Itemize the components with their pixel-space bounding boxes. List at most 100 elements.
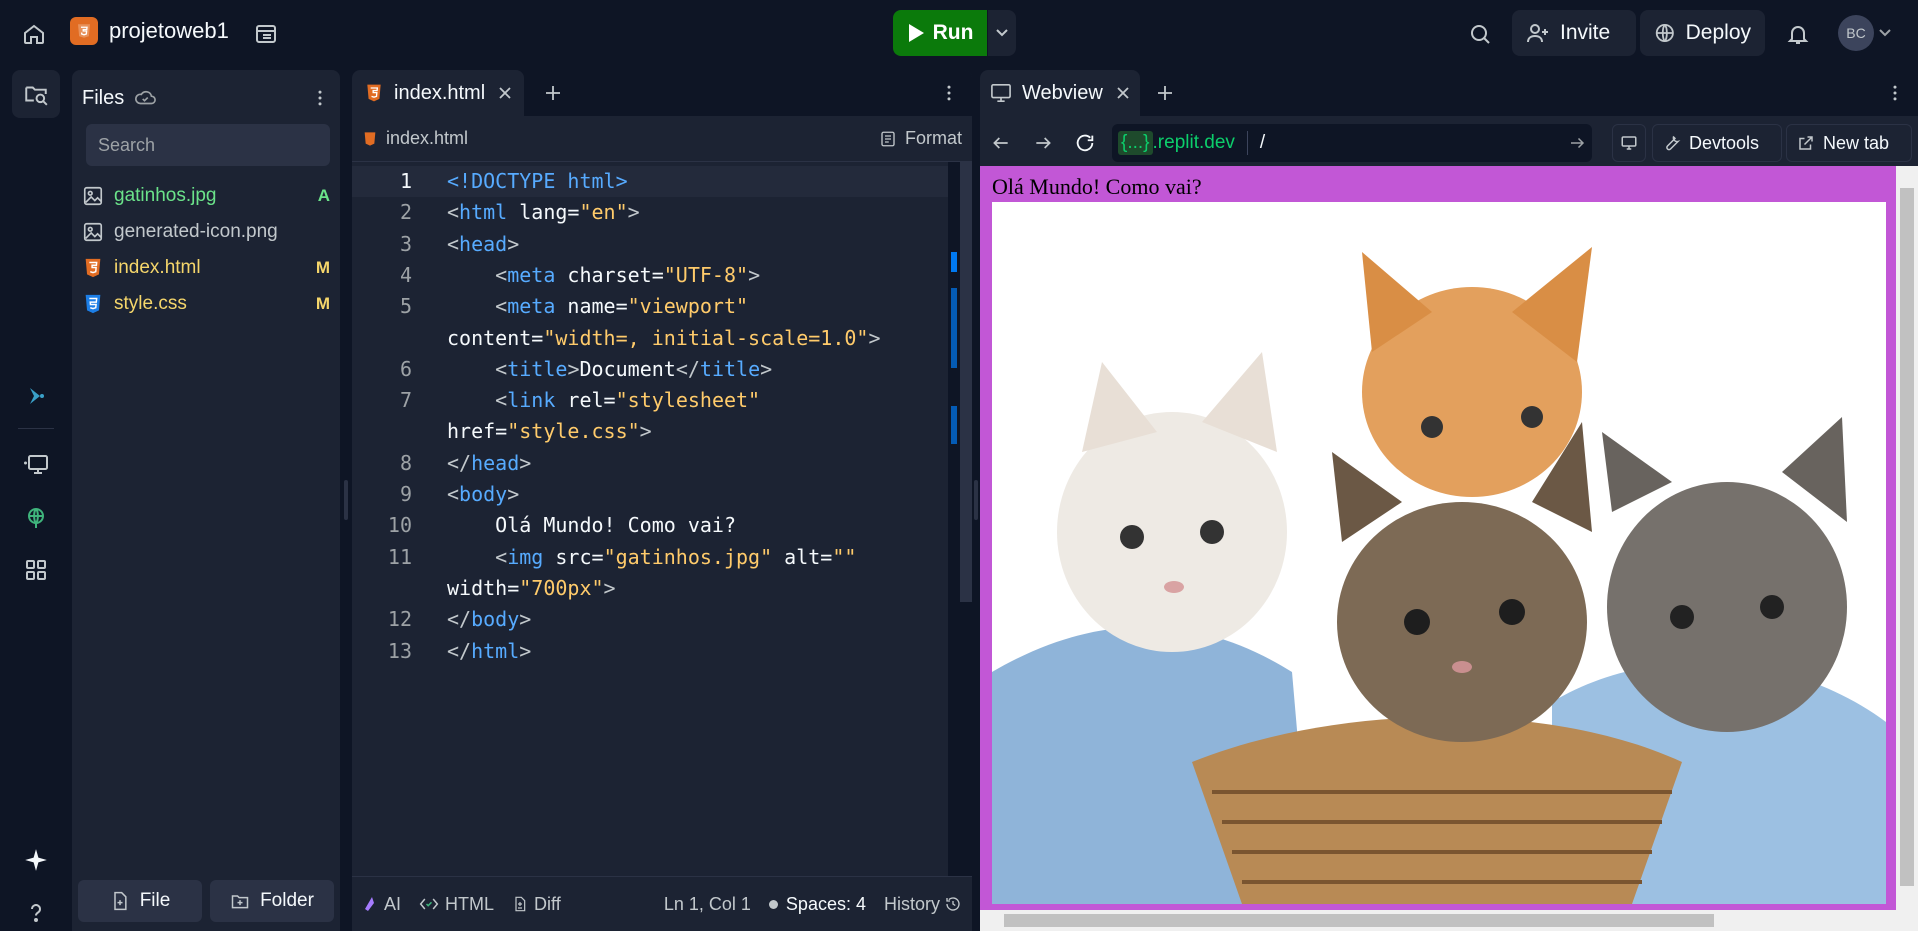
run-options-button[interactable] <box>988 10 1016 56</box>
files-search-input[interactable]: Search <box>86 124 330 166</box>
editor-scrollbar[interactable] <box>948 162 972 931</box>
code-line[interactable]: 4 <meta charset="UTF-8"> <box>352 260 948 291</box>
line-number: 9 <box>399 482 412 506</box>
workspace-layout-icon[interactable] <box>246 14 286 54</box>
scrollbar-thumb[interactable] <box>1004 914 1714 927</box>
code-text: <head> <box>447 231 520 256</box>
user-plus-icon <box>1527 24 1548 43</box>
webview-horizontal-scrollbar[interactable] <box>980 910 1918 931</box>
new-file-button[interactable]: File <box>78 880 202 922</box>
history-button[interactable]: History <box>884 894 962 915</box>
external-link-icon <box>1799 136 1813 150</box>
scroll-marker <box>951 406 957 444</box>
code-text: width="700px"> <box>447 575 616 600</box>
add-tab-icon[interactable] <box>1150 78 1180 108</box>
scrollbar-thumb[interactable] <box>960 162 972 602</box>
indent-label: Spaces: 4 <box>785 893 866 914</box>
code-line[interactable]: 7 <link rel="stylesheet" <box>352 385 948 416</box>
add-tab-icon[interactable] <box>538 78 568 108</box>
code-line[interactable]: 6 <title>Document</title> <box>352 354 948 385</box>
line-number: 11 <box>387 544 412 569</box>
help-icon[interactable] <box>16 892 56 931</box>
code-line[interactable]: width="700px"> <box>352 573 948 604</box>
file-item-style-css[interactable]: style.css M <box>82 287 330 321</box>
format-button[interactable]: Format <box>905 128 962 149</box>
cursor-position[interactable]: Ln 1, Col 1 <box>664 894 751 915</box>
file-item-gatinhos[interactable]: gatinhos.jpg A <box>82 179 330 213</box>
url-path-input[interactable]: / <box>1260 132 1568 154</box>
tab-index-html[interactable]: index.html <box>352 70 524 116</box>
code-line[interactable]: 9 <body> <box>352 479 948 510</box>
code-line[interactable]: 12 </body> <box>352 604 948 635</box>
monitor-icon[interactable] <box>16 444 56 484</box>
code-text: <link rel="stylesheet" <box>447 388 761 413</box>
code-line[interactable]: 13 </html> <box>352 636 948 667</box>
line-number: 7 <box>399 388 412 413</box>
device-preview-button[interactable] <box>1612 124 1646 162</box>
line-number: 4 <box>399 262 412 287</box>
project-name[interactable]: projetoweb1 <box>109 18 229 44</box>
close-icon[interactable] <box>1116 86 1130 100</box>
code-line[interactable]: 11 <img src="gatinhos.jpg" alt="" <box>352 542 948 573</box>
breadcrumb-file[interactable]: index.html <box>386 128 468 149</box>
invite-button[interactable]: Invite <box>1512 10 1636 56</box>
scrollbar-thumb[interactable] <box>1900 188 1914 886</box>
chevron-down-icon[interactable] <box>1876 24 1894 42</box>
url-bar[interactable]: {...} .replit.dev / <box>1112 124 1592 162</box>
git-status-badge: M <box>315 294 330 313</box>
new-tab-button[interactable]: New tab <box>1786 124 1912 162</box>
file-item-generated-icon[interactable]: generated-icon.png <box>82 215 330 249</box>
sparkle-ai-icon[interactable] <box>16 840 56 880</box>
code-line[interactable]: href="style.css"> <box>352 416 948 447</box>
deployments-icon[interactable] <box>16 498 56 538</box>
search-icon[interactable] <box>1460 14 1500 54</box>
deploy-button[interactable]: Deploy <box>1640 10 1765 56</box>
monitor-icon <box>1621 136 1637 150</box>
all-tools-grid-icon[interactable] <box>16 550 56 590</box>
pane-resize-handle[interactable] <box>974 480 978 520</box>
indent-status[interactable]: Spaces: 4 <box>768 893 866 915</box>
code-text: </head> <box>447 450 532 475</box>
html5-icon <box>364 131 376 146</box>
code-line[interactable]: 1 <!DOCTYPE html> <box>352 166 948 197</box>
reload-icon[interactable] <box>1068 126 1102 160</box>
home-icon[interactable] <box>14 14 54 54</box>
run-button[interactable]: Run <box>893 10 987 56</box>
scroll-marker <box>951 288 957 368</box>
line-number: 1 <box>399 169 412 193</box>
tab-label: index.html <box>394 81 486 104</box>
code-text: <meta charset="UTF-8"> <box>447 262 761 287</box>
webview-vertical-scrollbar[interactable] <box>1896 166 1918 910</box>
agent-icon[interactable] <box>16 376 56 416</box>
file-item-index-html[interactable]: index.html M <box>82 251 330 285</box>
code-line[interactable]: content="width=, initial-scale=1.0"> <box>352 323 948 354</box>
code-line[interactable]: 5 <meta name="viewport" <box>352 291 948 322</box>
file-name: generated-icon.png <box>114 221 278 242</box>
devtools-button[interactable]: Devtools <box>1652 124 1782 162</box>
code-area[interactable]: 1 <!DOCTYPE html> 2 <html lang="en"> 3 <head>… <box>352 162 948 931</box>
language-status[interactable]: HTML <box>419 894 494 915</box>
more-vertical-icon[interactable] <box>1880 78 1910 108</box>
go-arrow-icon[interactable] <box>1568 134 1586 152</box>
more-vertical-icon[interactable] <box>310 88 330 108</box>
code-line[interactable]: 10 Olá Mundo! Como vai? <box>352 510 948 541</box>
avatar[interactable]: BC <box>1838 15 1874 51</box>
pane-resize-handle[interactable] <box>344 480 348 520</box>
more-vertical-icon[interactable] <box>934 78 964 108</box>
close-icon[interactable] <box>498 86 512 100</box>
ai-status[interactable]: AI <box>362 894 401 915</box>
back-arrow-icon[interactable] <box>984 126 1018 160</box>
code-text: <body> <box>447 482 520 506</box>
code-line[interactable]: 8 </head> <box>352 448 948 479</box>
diff-status[interactable]: Diff <box>512 894 561 915</box>
new-folder-button[interactable]: Folder <box>210 880 334 922</box>
files-tool-button[interactable] <box>12 70 60 118</box>
code-line[interactable]: 3 <head> <box>352 229 948 260</box>
css3-icon <box>85 294 101 314</box>
forward-arrow-icon[interactable] <box>1026 126 1060 160</box>
tab-webview[interactable]: Webview <box>980 70 1140 116</box>
ai-label: AI <box>384 893 402 914</box>
code-line[interactable]: 2 <html lang="en"> <box>352 197 948 228</box>
file-name: index.html <box>114 257 201 278</box>
bell-icon[interactable] <box>1778 14 1818 54</box>
